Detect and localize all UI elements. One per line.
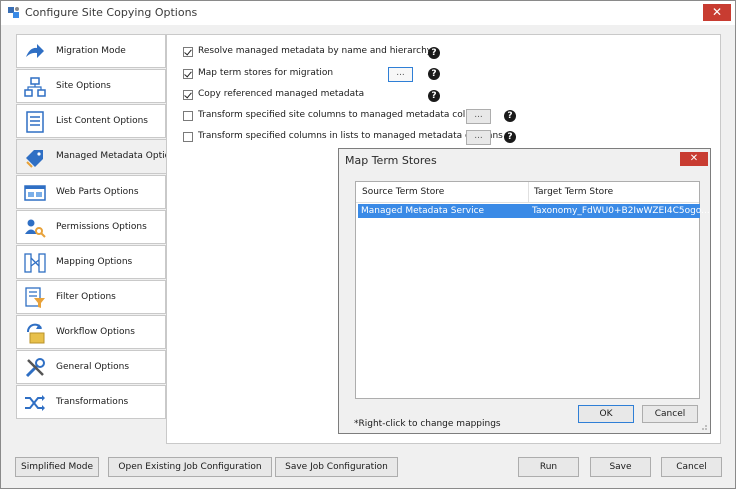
sidebar-item-workflow-options[interactable]: Workflow Options xyxy=(16,315,166,349)
sidebar-item-permissions-options[interactable]: Permissions Options xyxy=(16,210,166,244)
sidebar-item-label: Managed Metadata Options xyxy=(56,151,181,161)
option-label: Resolve managed metadata by name and hie… xyxy=(198,46,433,56)
option-copy-referenced-metadata[interactable]: Copy referenced managed metadata xyxy=(183,89,383,103)
sidebar-item-web-parts-options[interactable]: Web Parts Options xyxy=(16,175,166,209)
column-header-target[interactable]: Target Term Store xyxy=(534,187,613,197)
dialog-close-button[interactable]: ✕ xyxy=(680,152,708,166)
dialog-ok-button[interactable]: OK xyxy=(578,405,634,423)
sidebar-item-site-options[interactable]: Site Options xyxy=(16,69,166,103)
option-map-term-stores[interactable]: Map term stores for migration xyxy=(183,68,383,82)
map-term-stores-browse-button[interactable]: ... xyxy=(388,67,413,82)
tools-icon xyxy=(25,358,45,378)
title-bar: Configure Site Copying Options xyxy=(1,1,735,25)
sidebar-item-label: Web Parts Options xyxy=(56,187,139,197)
open-job-config-button[interactable]: Open Existing Job Configuration xyxy=(108,457,272,477)
sidebar-item-label: Workflow Options xyxy=(56,327,135,337)
option-transform-site-columns[interactable]: Transform specified site columns to mana… xyxy=(183,110,490,124)
checkbox[interactable] xyxy=(183,111,193,121)
term-store-grid[interactable]: Source Term Store Target Term Store Mana… xyxy=(355,181,710,399)
column-divider[interactable] xyxy=(528,182,529,202)
tag-icon xyxy=(26,150,43,168)
sidebar-item-label: Filter Options xyxy=(56,292,116,302)
help-icon[interactable]: ? xyxy=(428,68,440,80)
sidebar-item-label: Transformations xyxy=(56,397,129,407)
sidebar-item-label: General Options xyxy=(56,362,130,372)
shuffle-icon xyxy=(25,395,45,411)
target-cell: Taxonomy_FdWU0+B2IwWZEI4C5ogo... xyxy=(532,206,710,216)
run-button[interactable]: Run xyxy=(518,457,579,477)
sidebar-item-label: Mapping Options xyxy=(56,257,133,267)
option-label: Map term stores for migration xyxy=(198,68,334,78)
list-icon xyxy=(26,111,44,133)
cancel-button[interactable]: Cancel xyxy=(661,457,722,477)
webpart-icon xyxy=(24,185,46,201)
help-icon[interactable]: ? xyxy=(504,131,516,143)
source-cell: Managed Metadata Service xyxy=(361,206,485,216)
resize-grip-icon[interactable] xyxy=(700,423,708,431)
window-title: Configure Site Copying Options xyxy=(25,6,198,19)
help-icon[interactable]: ? xyxy=(428,47,440,59)
sidebar-item-label: List Content Options xyxy=(56,116,148,126)
sitemap-icon xyxy=(24,77,46,97)
sidebar-item-mapping-options[interactable]: Mapping Options xyxy=(16,245,166,279)
help-icon[interactable]: ? xyxy=(504,110,516,122)
sidebar-item-migration-mode[interactable]: Migration Mode xyxy=(16,34,166,68)
checkbox[interactable] xyxy=(183,47,193,57)
simplified-mode-button[interactable]: Simplified Mode xyxy=(15,457,99,477)
arrow-icon xyxy=(26,44,44,58)
option-label: Transform specified site columns to mana… xyxy=(198,110,491,120)
option-label: Transform specified columns in lists to … xyxy=(198,131,503,141)
mapping-icon xyxy=(24,253,46,273)
window-close-button[interactable]: ✕ xyxy=(703,4,731,21)
checkbox[interactable] xyxy=(183,90,193,100)
save-job-config-button[interactable]: Save Job Configuration xyxy=(275,457,398,477)
filter-icon xyxy=(25,287,45,308)
workflow-icon xyxy=(27,323,45,344)
sidebar-item-general-options[interactable]: General Options xyxy=(16,350,166,384)
option-resolve-metadata[interactable]: Resolve managed metadata by name and hie… xyxy=(183,46,432,60)
help-icon[interactable]: ? xyxy=(428,90,440,102)
sidebar-item-list-content-options[interactable]: List Content Options xyxy=(16,104,166,138)
map-term-stores-dialog: Map Term Stores ✕ Source Term Store Targ… xyxy=(338,148,711,434)
sidebar-item-transformations[interactable]: Transformations xyxy=(16,385,166,419)
sidebar-item-filter-options[interactable]: Filter Options xyxy=(16,280,166,314)
app-icon xyxy=(8,7,19,18)
transform-list-columns-browse-button[interactable]: ... xyxy=(466,130,491,145)
checkbox[interactable] xyxy=(183,132,193,142)
save-button[interactable]: Save xyxy=(590,457,651,477)
sidebar-item-managed-metadata-options[interactable]: Managed Metadata Options xyxy=(16,139,181,174)
dialog-cancel-button[interactable]: Cancel xyxy=(642,405,698,423)
sidebar-item-label: Site Options xyxy=(56,81,111,91)
column-header-source[interactable]: Source Term Store xyxy=(362,187,444,197)
option-transform-list-columns[interactable]: Transform specified columns in lists to … xyxy=(183,131,503,145)
table-row[interactable]: Managed Metadata Service Taxonomy_FdWU0+… xyxy=(358,204,710,218)
users-key-icon xyxy=(25,219,46,238)
checkbox[interactable] xyxy=(183,69,193,79)
mapping-hint: *Right-click to change mappings xyxy=(354,419,501,429)
grid-header: Source Term Store Target Term Store xyxy=(356,182,699,203)
option-label: Copy referenced managed metadata xyxy=(198,89,365,99)
sidebar-item-label: Migration Mode xyxy=(56,46,126,56)
dialog-title: Map Term Stores xyxy=(345,154,437,167)
sidebar-item-label: Permissions Options xyxy=(56,222,147,232)
transform-site-columns-browse-button[interactable]: ... xyxy=(466,109,491,124)
